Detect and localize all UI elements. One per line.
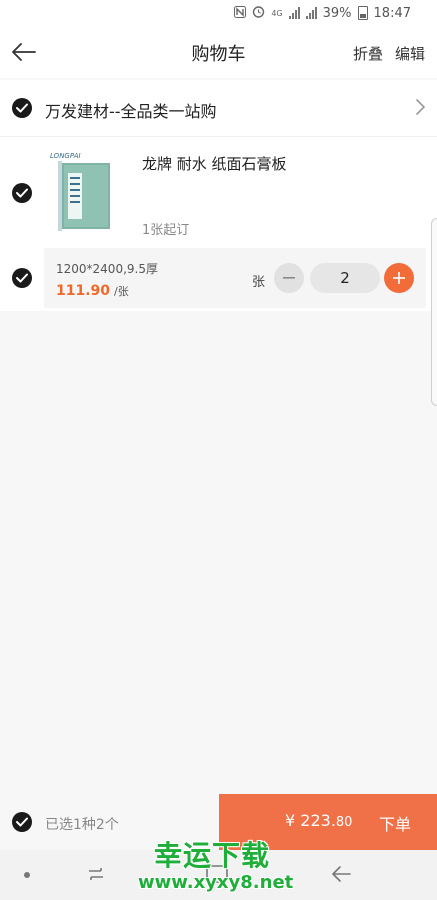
battery-icon: [357, 6, 368, 20]
check-icon: [16, 188, 28, 198]
check-icon: [16, 273, 28, 283]
shop-row[interactable]: 万发建材--全品类一站购: [0, 80, 437, 137]
status-bar: 4G 39% 18:47: [0, 0, 437, 28]
signal-icon-2: [305, 7, 317, 19]
total-dec: 80: [335, 815, 353, 830]
nav-dot-icon[interactable]: [24, 872, 30, 878]
status-icons: 4G 39% 18:47: [234, 5, 411, 21]
home-button[interactable]: [205, 864, 229, 888]
total-price: ¥ 223.80: [285, 811, 352, 830]
checkout-bar: 已选1种2个 ¥ 223.80 下单: [0, 794, 437, 850]
plus-icon: [393, 272, 405, 284]
spec-text: 1200*2400,9.5厚: [56, 262, 158, 276]
system-nav-bar: [0, 850, 437, 900]
shop-arrow[interactable]: [416, 99, 426, 119]
scroll-edge-handle[interactable]: [431, 218, 437, 406]
edit-button[interactable]: 编辑: [395, 43, 425, 64]
status-time: 18:47: [373, 5, 411, 21]
network-label: 4G: [271, 8, 283, 18]
price-unit: /张: [114, 285, 129, 298]
shop-checkbox[interactable]: [12, 98, 32, 118]
system-back-button[interactable]: [330, 864, 352, 888]
home-icon: [206, 865, 228, 883]
signal-icon: [288, 7, 300, 19]
place-order-button[interactable]: 下单: [379, 811, 411, 835]
currency-symbol: ¥: [285, 811, 296, 830]
recent-apps-button[interactable]: [86, 864, 106, 888]
spec-box: 1200*2400,9.5厚 111.90/张 张: [44, 248, 426, 308]
spec-row: 1200*2400,9.5厚 111.90/张 张: [0, 247, 437, 311]
recent-apps-icon: [89, 868, 103, 880]
product-image[interactable]: LONGPAI: [44, 151, 124, 235]
minus-icon: [283, 277, 295, 279]
product-name[interactable]: 龙牌 耐水 纸面石膏板: [142, 153, 287, 174]
alarm-icon: [252, 5, 265, 21]
total-int: 223.: [300, 811, 336, 830]
product-image-brand: LONGPAI: [50, 152, 81, 160]
order-area: ¥ 223.80 下单: [219, 794, 437, 850]
quantity-input[interactable]: [310, 263, 380, 293]
check-icon: [16, 103, 28, 113]
spec-checkbox[interactable]: [12, 268, 32, 288]
check-icon: [16, 817, 28, 827]
product-item[interactable]: LONGPAI 龙牌 耐水 纸面石膏板 1张起订: [0, 137, 437, 247]
min-order-text: 1张起订: [142, 223, 190, 238]
back-icon: [332, 866, 351, 882]
nfc-icon: [234, 5, 247, 21]
select-all-checkbox[interactable]: [12, 812, 32, 832]
decrease-button[interactable]: [274, 263, 304, 293]
price-value: 111.90: [56, 283, 111, 299]
fold-button[interactable]: 折叠: [353, 43, 383, 64]
quantity-unit: 张: [252, 275, 266, 290]
shop-name: 万发建材--全品类一站购: [45, 102, 217, 121]
unit-price: 111.90/张: [56, 283, 129, 299]
increase-button[interactable]: [384, 263, 414, 293]
header: 购物车 折叠 编辑: [0, 28, 437, 78]
selected-count: 已选1种2个: [45, 817, 119, 833]
product-checkbox[interactable]: [12, 183, 32, 203]
battery-percent: 39%: [322, 5, 352, 21]
chevron-right-icon: [416, 99, 426, 115]
